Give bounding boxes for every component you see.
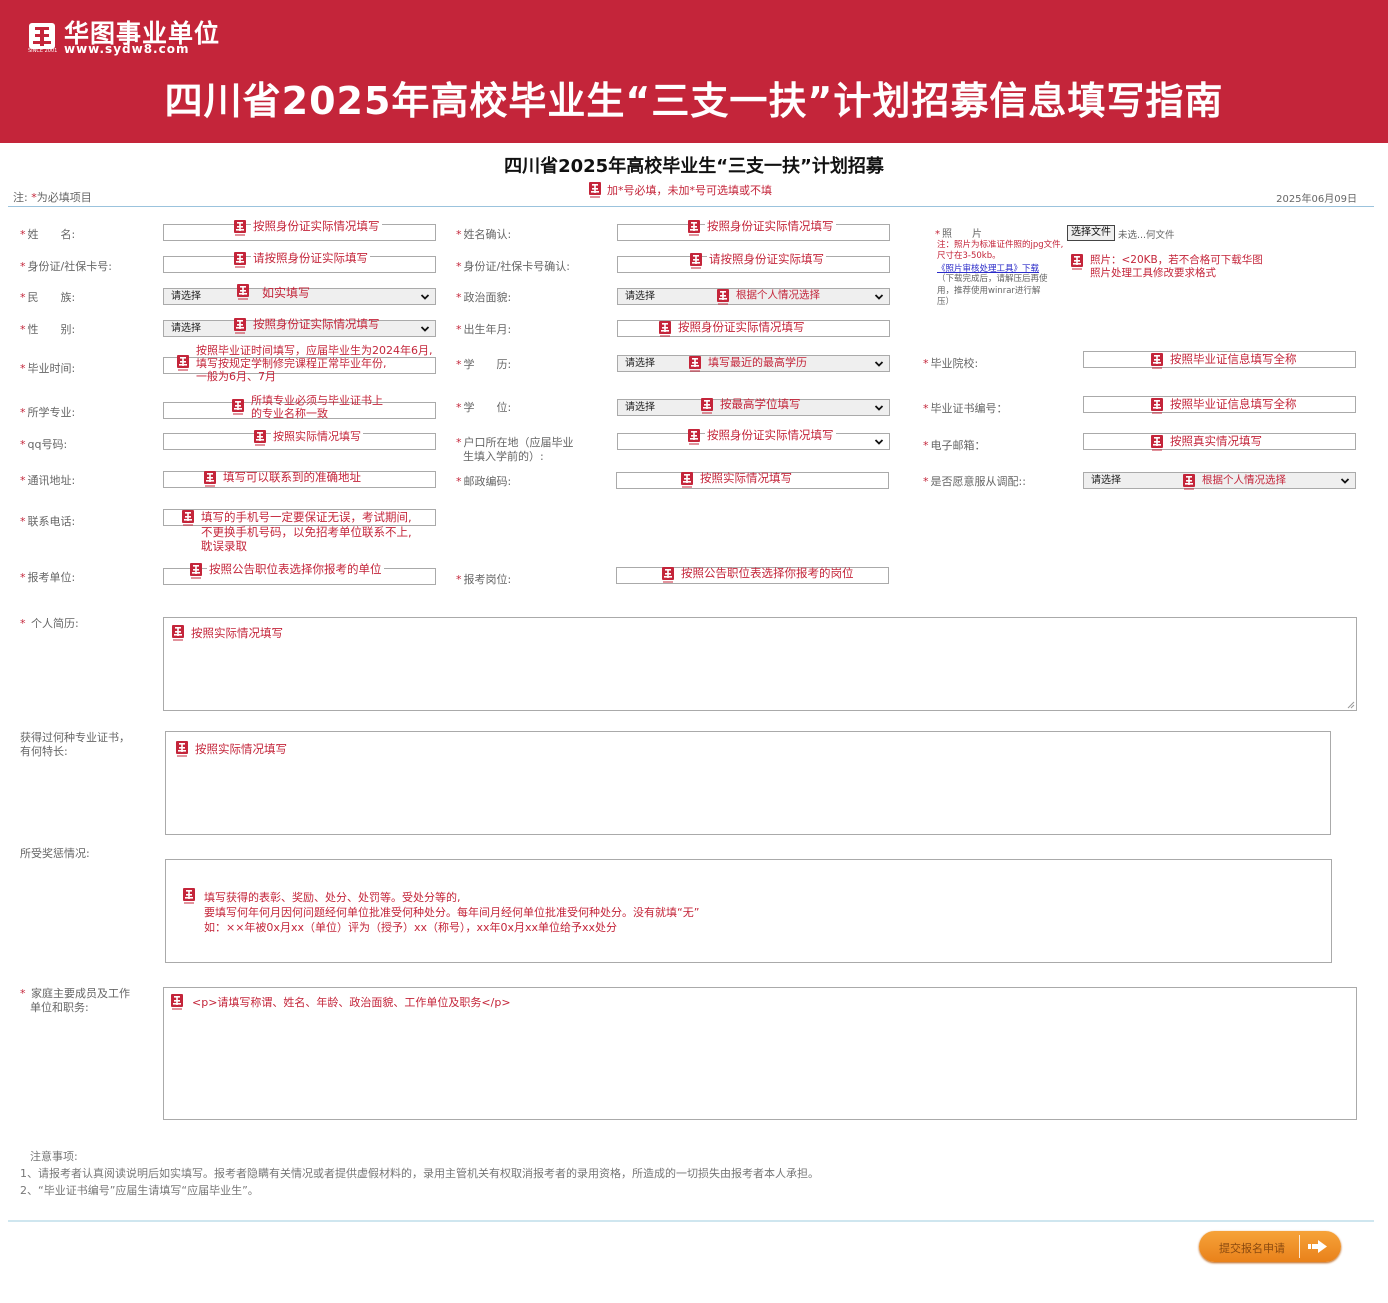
post-label: * 报考岗位: (456, 573, 512, 586)
huatu-hint-icon (234, 220, 246, 236)
huatu-hint-icon (254, 430, 266, 446)
chevron-down-icon (420, 294, 430, 300)
form-title: 四川省2025年高校毕业生“三支一扶”计划招募 (504, 156, 884, 177)
adjust-label: * 是否愿意服从调配:: (923, 475, 1026, 488)
submit-button[interactable]: 提交报名申请 (1199, 1231, 1341, 1262)
button-divider (1299, 1235, 1300, 1258)
chevron-down-icon (874, 294, 884, 300)
id-confirm-label: * 身份证/社保卡号确认: (456, 260, 570, 273)
huatu-hint-icon (659, 321, 671, 337)
awards-label: 所受奖惩情况: (20, 847, 90, 860)
huatu-hint-icon (234, 318, 246, 334)
resize-handle-icon[interactable] (1345, 699, 1355, 709)
name-label: * 姓 名: (20, 228, 76, 241)
huatu-hint-icon (1151, 353, 1163, 369)
ethnicity-label: * 民 族: (20, 291, 76, 304)
form-date: 2025年06月09日 (1276, 194, 1357, 205)
political-label: * 政治面貌: (456, 291, 512, 304)
huatu-hint-icon (701, 398, 713, 414)
education-label: * 学 历: (456, 358, 512, 371)
chevron-down-icon (874, 405, 884, 411)
huatu-hint-icon (237, 284, 249, 300)
name-confirm-label: * 姓名确认: (456, 228, 512, 241)
major-label: * 所学专业: (20, 406, 76, 419)
degree-label: * 学 位: (456, 401, 512, 414)
huatu-hint-icon (681, 472, 693, 488)
huatu-hint-icon (589, 182, 601, 198)
huatu-hint-icon (183, 888, 195, 904)
notice-line: 1、请报考者认真阅读说明后如实填写。报考者隐瞒有关情况或者提供虚假材料的，录用主… (20, 1167, 819, 1180)
chevron-down-icon (420, 326, 430, 332)
submit-label: 提交报名申请 (1219, 1242, 1285, 1255)
chevron-down-icon (1340, 478, 1350, 484)
huatu-hint-icon (1183, 474, 1195, 490)
choose-file-button[interactable]: 选择文件 (1067, 225, 1115, 241)
hukou-label: * 户口所在地（应届毕业 生填入学前的）: (456, 436, 574, 463)
address-label: * 通讯地址: (20, 474, 76, 487)
email-label: * 电子邮箱： (923, 439, 986, 452)
huatu-hint-icon (234, 252, 246, 268)
chevron-down-icon (874, 361, 884, 367)
photo-note: 注：照片为标准证件照的jpg文件, 尺寸在3-50kb。 (937, 240, 1064, 261)
huatu-hint-icon (204, 471, 216, 487)
divider (8, 206, 1374, 207)
huatu-hint-icon (1071, 254, 1083, 270)
chevron-down-icon (874, 439, 884, 445)
school-label: * 毕业院校: (923, 357, 979, 370)
huatu-hint-icon (232, 399, 244, 415)
cert-no-label: * 毕业证书编号： (923, 402, 1008, 415)
huatu-hint-icon (176, 741, 188, 757)
phone-label: * 联系电话: (20, 515, 76, 528)
huatu-hint-icon (1151, 398, 1163, 414)
birth-label: * 出生年月: (456, 323, 512, 336)
photo-tool-link[interactable]: 《照片审核处理工具》下载 (937, 262, 1039, 274)
notice-line: 2、“毕业证书编号”应届生请填写“应届毕业生”。 (20, 1184, 259, 1197)
certs-textarea[interactable] (165, 731, 1331, 835)
huatu-hint-icon (688, 220, 700, 236)
notice-title: 注意事项: (30, 1150, 78, 1163)
logo-url: www.sydw8.com (64, 42, 190, 56)
huatu-hint-icon (688, 429, 700, 445)
unit-label: * 报考单位: (20, 571, 76, 584)
gender-label: * 性 别: (20, 323, 76, 336)
huatu-hint-icon (182, 510, 194, 526)
huatu-hint-icon (1151, 435, 1163, 451)
huatu-hint-icon (662, 567, 674, 583)
huatu-hint-icon (177, 355, 189, 371)
resume-textarea[interactable] (163, 617, 1357, 711)
huatu-hint-icon (190, 563, 202, 579)
required-note: 注: *为必填项目 (13, 191, 92, 204)
divider (8, 1220, 1374, 1222)
photo-extra-note: （下载完成后，请解压后再使 用，推荐使用winrar进行解 压） (937, 274, 1048, 307)
huatu-hint-icon (689, 356, 701, 372)
family-label: * 家庭主要成员及工作 单位和职务: (20, 987, 130, 1014)
huatu-hint-icon (172, 625, 184, 641)
file-status: 未选...何文件 (1118, 230, 1175, 241)
huatu-hint-icon (690, 253, 702, 269)
notice: 注意事项: 1、请报考者认真阅读说明后如实填写。报考者隐瞒有关情况或者提供虚假材… (20, 1148, 819, 1199)
resume-label: * 个人简历: (20, 617, 79, 630)
grad-time-label: * 毕业时间: (20, 362, 76, 375)
id-number-label: * 身份证/社保卡号: (20, 260, 112, 273)
certs-label: 获得过何种专业证书， 有何特长: (20, 731, 130, 758)
huatu-hint-icon (171, 994, 183, 1010)
huatu-hint-icon (717, 289, 729, 305)
arrow-right-icon (1308, 1240, 1327, 1253)
header-banner: 华图事业单位 www.sydw8.com SINCE 2001 四川省2025年… (0, 0, 1388, 143)
banner-title: 四川省2025年高校毕业生“三支一扶”计划招募信息填写指南 (164, 79, 1224, 123)
logo-since: SINCE 2001 (28, 48, 58, 54)
postcode-label: * 邮政编码: (456, 475, 512, 488)
qq-label: * qq号码: (20, 438, 68, 451)
